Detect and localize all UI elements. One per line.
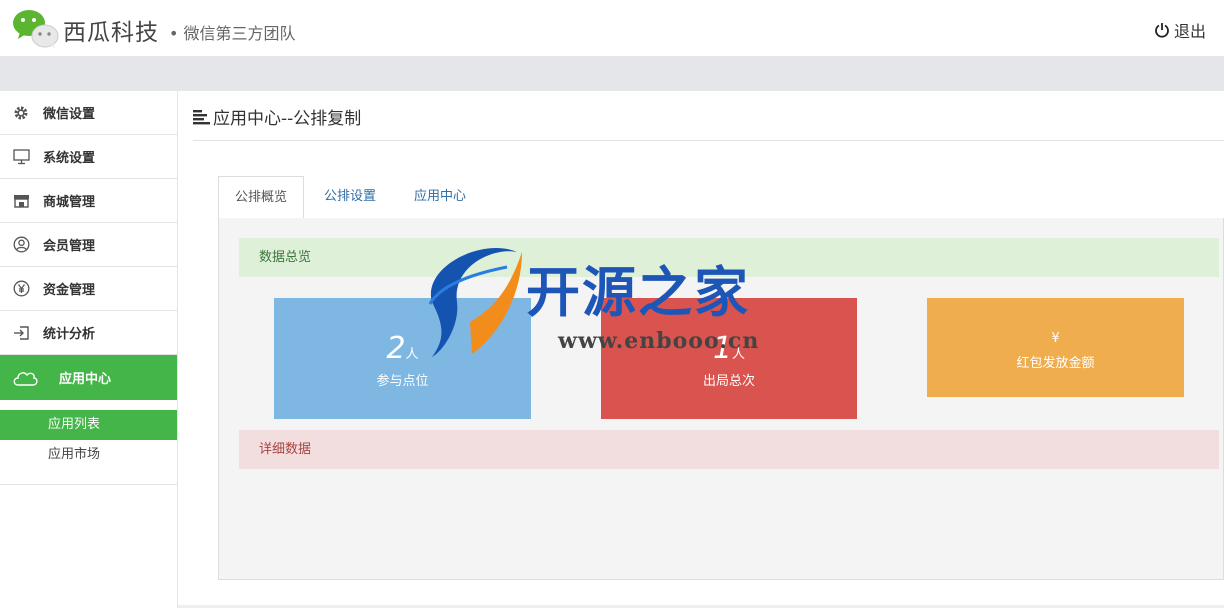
brand-name: 西瓜科技 bbox=[63, 20, 159, 46]
sidebar-item-label: 统计分析 bbox=[43, 327, 96, 342]
gear-icon bbox=[12, 104, 30, 122]
stat-unit: 人 bbox=[732, 347, 746, 362]
logout-label: 退出 bbox=[1173, 22, 1206, 41]
stat-value: 1 bbox=[712, 331, 733, 366]
sidebar-item-member-management[interactable]: 会员管理 bbox=[0, 223, 177, 267]
cloud-icon bbox=[12, 369, 38, 387]
stat-card-exits: 1人 出局总次 bbox=[601, 298, 857, 419]
sidebar-item-label: 资金管理 bbox=[43, 283, 96, 298]
overview-header: 数据总览 bbox=[239, 238, 1219, 277]
overview-panel: 数据总览 2人 参与点位 1人 出局总次 ¥ 红包发放金额 详细数据 bbox=[218, 218, 1224, 580]
sidebar-item-label: 系统设置 bbox=[43, 151, 96, 166]
sidebar-item-label: 商城管理 bbox=[43, 195, 96, 210]
title-divider bbox=[193, 140, 1224, 141]
sidebar-item-app-center[interactable]: 应用中心 bbox=[0, 355, 177, 400]
sidebar-subitem-app-list[interactable]: 应用列表 bbox=[0, 410, 177, 440]
stat-unit: 人 bbox=[405, 347, 419, 362]
sidebar-item-wechat-settings[interactable]: 微信设置 bbox=[0, 91, 177, 135]
sidebar-item-fund-management[interactable]: 资金管理 bbox=[0, 267, 177, 311]
stat-card-participants: 2人 参与点位 bbox=[274, 298, 531, 419]
sidebar-item-statistics[interactable]: 统计分析 bbox=[0, 311, 177, 355]
brand-tagline: • 微信第三方团队 bbox=[169, 24, 296, 43]
store-icon bbox=[12, 192, 30, 210]
header-divider-band bbox=[0, 56, 1224, 91]
sidebar: 微信设置 系统设置 商城管理 会员管理 资金管理 统计分析 应用中心 应用列表 … bbox=[0, 91, 178, 608]
stat-label: 参与点位 bbox=[376, 374, 429, 389]
tab-bar: 公排概览 公排设置 应用中心 bbox=[218, 176, 1224, 219]
stat-label: 红包发放金额 bbox=[1016, 356, 1095, 371]
stat-label: 出局总次 bbox=[702, 374, 755, 389]
page-title-text: 应用中心--公排复制 bbox=[213, 109, 362, 129]
tab-app-center[interactable]: 应用中心 bbox=[398, 176, 482, 218]
sidebar-subitem-app-market[interactable]: 应用市场 bbox=[0, 440, 177, 470]
yen-icon bbox=[12, 280, 30, 298]
tab-settings[interactable]: 公排设置 bbox=[308, 176, 392, 218]
power-icon bbox=[1155, 23, 1169, 38]
tab-overview[interactable]: 公排概览 bbox=[218, 176, 305, 219]
page-title: 应用中心--公排复制 bbox=[193, 104, 361, 129]
stat-value: 2 bbox=[386, 331, 406, 366]
sidebar-item-label: 应用中心 bbox=[59, 372, 112, 387]
user-circle-icon bbox=[12, 236, 30, 254]
sidebar-item-mall-management[interactable]: 商城管理 bbox=[0, 179, 177, 223]
top-header: 西瓜科技 • 微信第三方团队 退出 bbox=[0, 0, 1224, 56]
sidebar-item-label: 会员管理 bbox=[43, 239, 96, 254]
wechat-logo-icon bbox=[13, 10, 59, 49]
detail-header: 详细数据 bbox=[239, 430, 1219, 469]
align-left-icon bbox=[193, 109, 210, 124]
sidebar-submenu: 应用列表 应用市场 bbox=[0, 400, 177, 485]
monitor-icon bbox=[12, 148, 30, 166]
sidebar-item-system-settings[interactable]: 系统设置 bbox=[0, 135, 177, 179]
sidebar-item-label: 微信设置 bbox=[43, 107, 96, 122]
login-icon bbox=[12, 324, 30, 342]
stat-value: ¥ bbox=[1051, 331, 1060, 346]
stat-card-red-packet: ¥ 红包发放金额 bbox=[927, 298, 1184, 397]
logout-button[interactable]: 退出 bbox=[1154, 18, 1206, 42]
